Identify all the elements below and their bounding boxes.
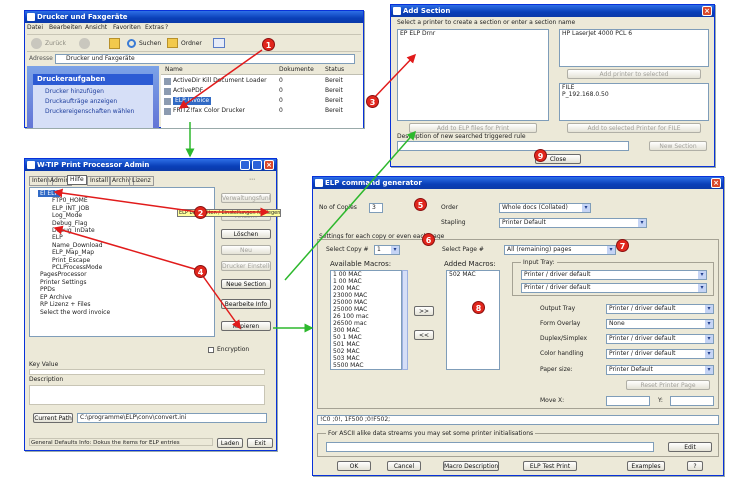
arrow-red-3	[371, 53, 417, 101]
badge-1: 1	[262, 38, 275, 51]
badge-3: 3	[366, 95, 379, 108]
arrow-red-2a	[53, 188, 199, 213]
badge-9: 9	[534, 149, 547, 162]
badge-4: 4	[194, 265, 207, 278]
badge-5: 5	[414, 198, 427, 211]
badge-6: 6	[422, 233, 435, 246]
arrow-red-4b	[199, 271, 241, 330]
badge-8: 8	[472, 301, 485, 314]
badge-2: 2	[194, 206, 207, 219]
arrow-red-4a	[53, 225, 199, 271]
arrow-red-1	[178, 49, 263, 109]
arrow-green-2	[284, 130, 416, 281]
badge-7: 7	[616, 239, 629, 252]
